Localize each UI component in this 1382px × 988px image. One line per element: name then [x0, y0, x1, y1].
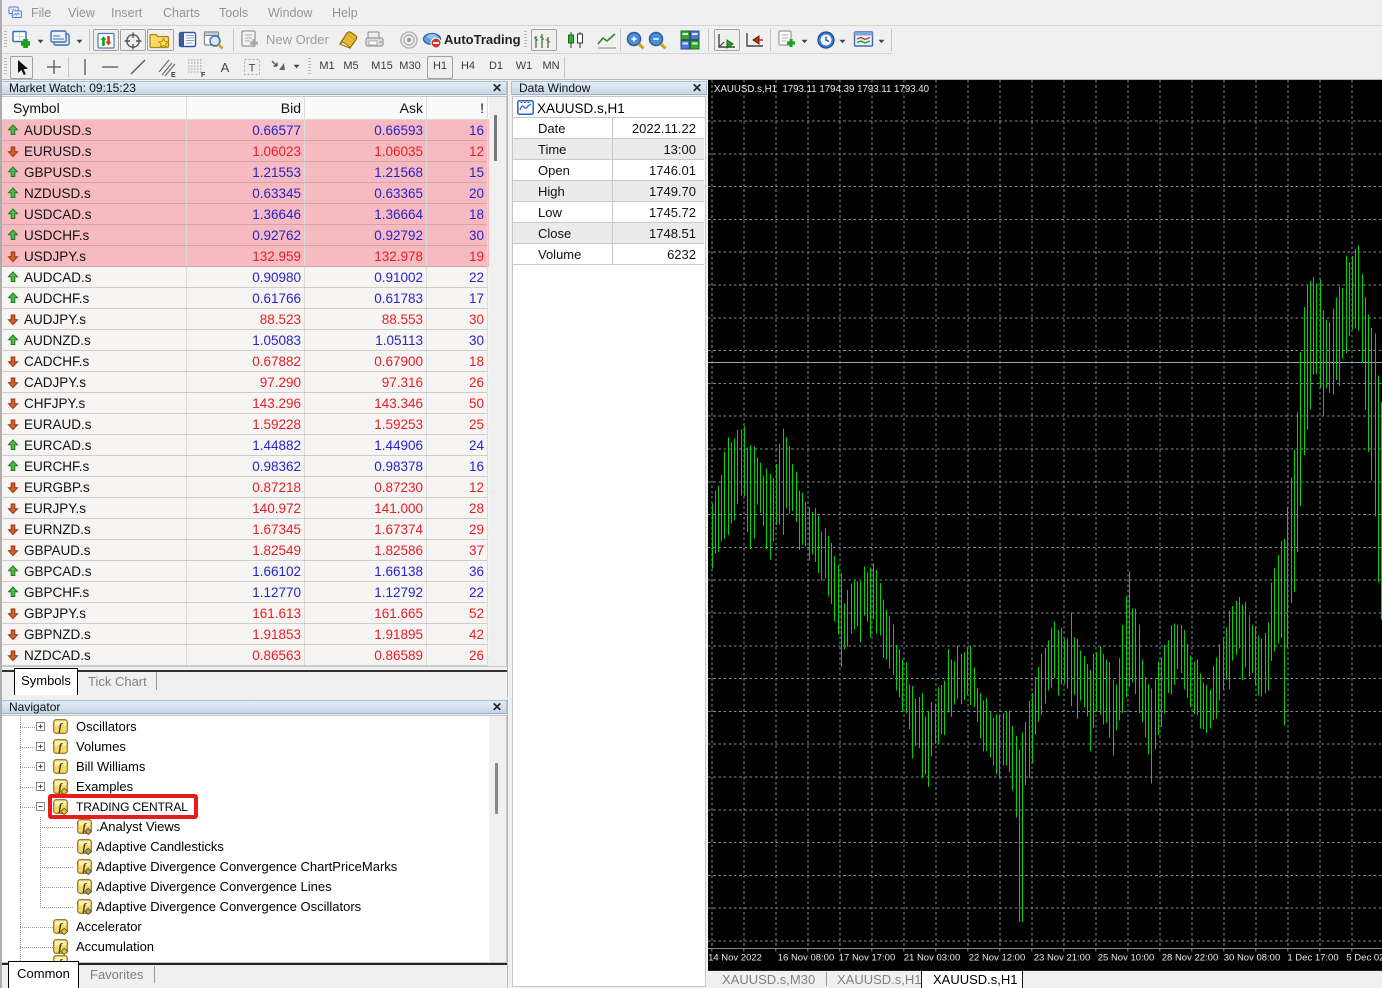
svg-text:T: T — [249, 63, 256, 75]
svg-text:E: E — [171, 72, 176, 78]
svg-text:F: F — [201, 72, 206, 78]
svg-text:A: A — [221, 60, 230, 75]
